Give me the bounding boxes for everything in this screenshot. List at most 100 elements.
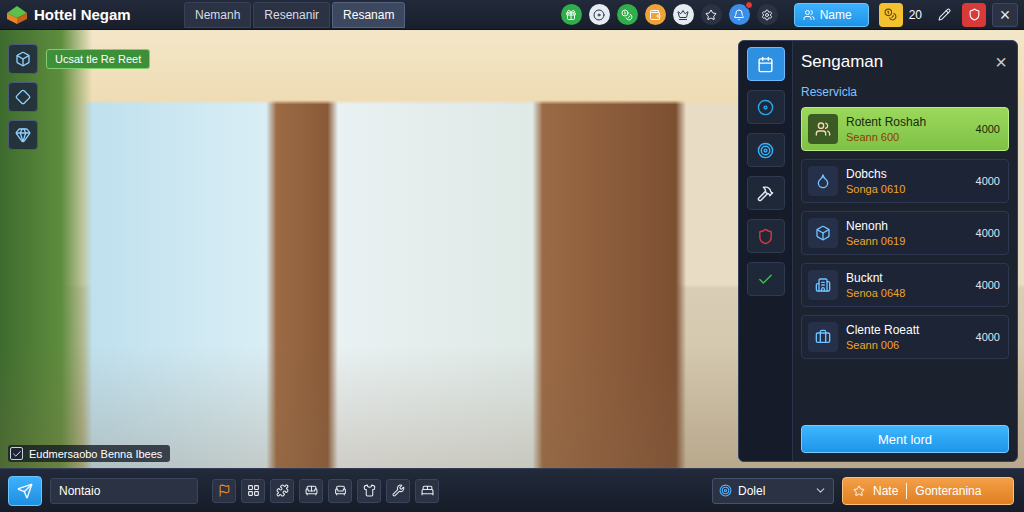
reservation-item[interactable]: Clente Roeatt Seann 006 4000 — [801, 315, 1009, 359]
shirt-icon[interactable] — [357, 479, 381, 503]
rail-button[interactable] — [8, 44, 38, 74]
item-name: Clente Roeatt — [846, 323, 968, 337]
item-price: 4000 — [976, 279, 1000, 291]
name-button[interactable]: Name — [794, 3, 869, 27]
wallet-icon[interactable] — [645, 4, 666, 25]
panel-body: Sengaman × Reservicla Rotent Roshah Seann 60… — [793, 41, 1017, 461]
logo: Hottel Negam — [6, 4, 178, 26]
item-icon — [808, 114, 838, 144]
panel-title: Sengaman — [801, 52, 883, 72]
tool-icons — [212, 479, 439, 503]
panel-action-button[interactable]: Ment lord — [801, 425, 1009, 453]
panel-rail-item[interactable] — [747, 262, 785, 296]
flag-icon[interactable] — [212, 479, 236, 503]
gear-icon[interactable] — [757, 4, 778, 25]
coin-icon — [879, 3, 903, 27]
sofa-icon[interactable] — [299, 479, 323, 503]
panel-rail-item[interactable] — [747, 47, 785, 81]
wrench-icon[interactable] — [386, 479, 410, 503]
rail-button[interactable] — [8, 120, 38, 150]
left-rail-row: Ucsat tle Re Reet — [8, 44, 150, 74]
star-icon[interactable] — [701, 4, 722, 25]
panel-rail-item[interactable] — [747, 133, 785, 167]
panel-rail-icon — [757, 56, 774, 73]
item-name: Rotent Roshah — [846, 115, 968, 129]
tab[interactable]: Nemanh — [184, 2, 251, 28]
dropdown[interactable]: Dolel — [712, 478, 834, 504]
rail-button[interactable] — [8, 82, 38, 112]
reservation-item[interactable]: Dobchs Songa 0610 4000 — [801, 159, 1009, 203]
action-button[interactable]: Nate Gonteranina — [842, 477, 1014, 505]
checkbox-box[interactable] — [10, 447, 23, 460]
coins-icon[interactable] — [617, 4, 638, 25]
puzzle-icon[interactable] — [270, 479, 294, 503]
star-icon — [853, 485, 865, 497]
panel-rail-icon — [757, 185, 774, 202]
reservation-item[interactable]: Bucknt Senoa 0648 4000 — [801, 263, 1009, 307]
reservation-list: Rotent Roshah Seann 600 4000 Dobchs Songa 06… — [801, 107, 1009, 359]
item-price: 4000 — [976, 175, 1000, 187]
crown-icon[interactable] — [673, 4, 694, 25]
panel-header: Sengaman × — [801, 49, 1009, 75]
checkbox-label: Eudmersaobo Benna Ibees — [29, 448, 162, 460]
panel-rail-item[interactable] — [747, 219, 785, 253]
item-sub: Seann 006 — [846, 339, 968, 351]
item-sub: Seann 0619 — [846, 235, 968, 247]
rail-icon — [15, 89, 31, 105]
tab[interactable]: Resenanir — [253, 2, 330, 28]
armchair-icon[interactable] — [328, 479, 352, 503]
bottom-bar: Nontaio Dolel Nate Gonteranina — [0, 468, 1024, 512]
panel-rail — [739, 41, 793, 461]
item-name: Bucknt — [846, 271, 968, 285]
item-sub: Senoa 0648 — [846, 287, 968, 299]
grid-icon[interactable] — [241, 479, 265, 503]
gift-icon[interactable] — [561, 4, 582, 25]
item-sub: Seann 600 — [846, 131, 968, 143]
close-button[interactable]: × — [992, 3, 1018, 27]
chevron-down-icon — [814, 484, 827, 497]
panel-rail-item[interactable] — [747, 176, 785, 210]
left-rail: Ucsat tle Re Reet — [8, 40, 150, 150]
tab[interactable]: Resanam — [332, 2, 405, 28]
check-icon — [12, 449, 22, 459]
item-price: 4000 — [976, 227, 1000, 239]
item-text: Dobchs Songa 0610 — [846, 167, 968, 195]
item-sub: Songa 0610 — [846, 183, 968, 195]
send-button[interactable] — [8, 476, 42, 506]
item-name: Dobchs — [846, 167, 968, 181]
lobby-scene: Ucsat tle Re Reet Eudmersaobo Benna Ibees… — [0, 30, 1024, 468]
users-icon — [803, 9, 815, 21]
rail-icon — [15, 51, 31, 67]
pencil-icon[interactable] — [932, 3, 956, 27]
item-text: Rotent Roshah Seann 600 — [846, 115, 968, 143]
target-icon — [719, 484, 732, 497]
coin-counter: 20 — [875, 3, 926, 27]
bed-icon[interactable] — [415, 479, 439, 503]
option-checkbox[interactable]: Eudmersaobo Benna Ibees — [8, 445, 170, 462]
left-rail-row — [8, 82, 150, 112]
item-text: Nenonh Seann 0619 — [846, 219, 968, 247]
coin-count: 20 — [909, 8, 922, 22]
reservation-item[interactable]: Rotent RoshahSeann 6004000 — [801, 107, 1009, 151]
action-label: Nate — [873, 484, 898, 498]
item-price: 4000 — [976, 331, 1000, 343]
bell-icon[interactable] — [729, 4, 750, 25]
action-value: Gonteranina — [915, 484, 981, 498]
dropdown-value: Dolel — [738, 484, 808, 498]
disc-icon[interactable] — [589, 4, 610, 25]
reservation-item[interactable]: Nenonh Seann 0619 4000 — [801, 211, 1009, 255]
panel-rail-icon — [757, 271, 774, 288]
item-icon — [808, 218, 838, 248]
item-text: Bucknt Senoa 0648 — [846, 271, 968, 299]
divider — [906, 483, 907, 499]
app-title: Hottel Negam — [34, 6, 131, 23]
panel-rail-item[interactable] — [747, 90, 785, 124]
item-name: Nenonh — [846, 219, 968, 233]
status-badge: Ucsat tle Re Reet — [46, 49, 150, 69]
tab-bar: NemanhResenanirResanam — [184, 2, 405, 28]
text-field[interactable]: Nontaio — [50, 478, 198, 504]
section-label: Reservicla — [801, 85, 1009, 99]
shield-icon[interactable] — [962, 3, 986, 27]
panel-close-button[interactable]: × — [993, 52, 1009, 72]
panel-rail-icon — [757, 142, 774, 159]
